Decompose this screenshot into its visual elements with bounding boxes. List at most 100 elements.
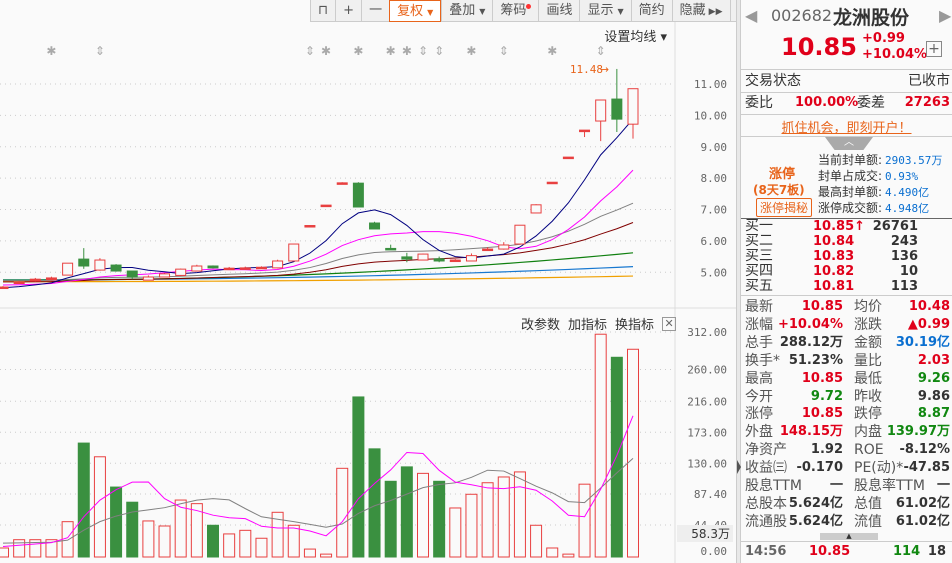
- volume-bar[interactable]: [126, 501, 139, 558]
- volume-bar[interactable]: [449, 507, 462, 558]
- candle-body: [29, 278, 41, 282]
- candle[interactable]: [272, 259, 284, 269]
- volume-bar[interactable]: [481, 482, 494, 558]
- candle[interactable]: [320, 204, 332, 208]
- next-stock-icon[interactable]: ▶: [939, 6, 951, 25]
- volume-bar[interactable]: [207, 524, 219, 558]
- volume-bar[interactable]: [400, 466, 413, 558]
- candle[interactable]: [562, 156, 574, 160]
- candle[interactable]: [514, 224, 526, 245]
- volume-bar[interactable]: [578, 483, 591, 558]
- bid-level-row[interactable]: 买三 10.83 136: [745, 249, 950, 265]
- candle[interactable]: [417, 253, 429, 261]
- candle[interactable]: [175, 268, 187, 277]
- bid-level-row[interactable]: 买五 10.81 113: [745, 279, 950, 295]
- open-account-link[interactable]: 抓住机会，即刻开户！: [741, 117, 952, 136]
- event-star-icon[interactable]: ✱: [547, 44, 557, 58]
- volume-bar[interactable]: [239, 529, 252, 558]
- toolbar-9[interactable]: 隐藏 ▶▶: [671, 0, 730, 22]
- volume-bar[interactable]: [158, 525, 171, 558]
- volume-bar[interactable]: [142, 520, 155, 558]
- event-star-icon[interactable]: ✱: [321, 44, 331, 58]
- switch-indicator-button[interactable]: 换指标: [615, 314, 654, 333]
- event-updown-icon[interactable]: ⇕: [499, 44, 509, 58]
- candle[interactable]: [94, 258, 106, 271]
- edit-params-button[interactable]: 改参数: [521, 314, 560, 333]
- zoom-in-button[interactable]: +: [335, 0, 361, 22]
- volume-bar[interactable]: [320, 553, 333, 558]
- volume-bar[interactable]: [433, 480, 446, 558]
- candle[interactable]: [530, 204, 542, 214]
- candle[interactable]: [546, 181, 558, 185]
- event-updown-icon[interactable]: ⇕: [418, 44, 428, 58]
- prev-stock-icon[interactable]: ◀: [745, 6, 757, 25]
- volume-bar[interactable]: [223, 533, 236, 558]
- volume-bar[interactable]: [546, 547, 559, 558]
- candle[interactable]: [369, 221, 381, 230]
- expand-tab[interactable]: ▲: [820, 533, 878, 540]
- stat-value: 2.03: [917, 352, 950, 368]
- volume-bar[interactable]: [465, 493, 478, 558]
- candle[interactable]: [62, 262, 74, 276]
- volume-bar[interactable]: [384, 480, 397, 558]
- toolbar-4[interactable]: 叠加 ▼: [441, 0, 492, 22]
- event-updown-icon[interactable]: ⇕: [305, 44, 315, 58]
- volume-bar[interactable]: [530, 524, 543, 558]
- volume-bar[interactable]: [93, 456, 106, 558]
- add-watchlist-icon[interactable]: +: [926, 41, 942, 57]
- bid-level-row[interactable]: 买二 10.84 243: [745, 234, 950, 250]
- stat-value: 8.87: [917, 406, 950, 422]
- candle-body: [0, 286, 9, 290]
- zoom-out-button[interactable]: 一: [361, 0, 389, 22]
- limit-up-reveal-button[interactable]: 涨停揭秘: [756, 198, 813, 217]
- volume-bar[interactable]: [352, 396, 365, 558]
- volume-bar[interactable]: [0, 547, 9, 558]
- volume-bar[interactable]: [174, 499, 187, 558]
- volume-bar[interactable]: [77, 442, 90, 558]
- candle[interactable]: [352, 182, 364, 208]
- event-updown-icon[interactable]: ⇕: [596, 44, 606, 58]
- volume-bar[interactable]: [287, 524, 300, 558]
- collapse-tab[interactable]: ︿: [825, 137, 873, 150]
- volume-bar[interactable]: [368, 448, 381, 558]
- kline-chart[interactable]: 11.00 10.00 9.00 8.00 7.00 6.00 5.00 312.00 260.…: [0, 22, 736, 563]
- bid-level-label: 买四: [745, 263, 773, 279]
- event-star-icon[interactable]: ✱: [386, 44, 396, 58]
- close-icon[interactable]: ✕: [662, 316, 677, 331]
- candle-body: [352, 182, 364, 208]
- event-updown-icon[interactable]: ⇕: [95, 44, 105, 58]
- candle[interactable]: [110, 264, 122, 272]
- volume-bar[interactable]: [513, 471, 526, 558]
- volume-bar[interactable]: [303, 548, 316, 558]
- toolbar-6[interactable]: 画线: [538, 0, 579, 22]
- add-indicator-button[interactable]: 加指标: [568, 314, 607, 333]
- event-updown-icon[interactable]: ⇕: [434, 44, 444, 58]
- candle[interactable]: [191, 264, 203, 272]
- volume-bar[interactable]: [562, 553, 575, 558]
- volume-bar[interactable]: [417, 472, 429, 558]
- event-star-icon[interactable]: ✱: [353, 44, 363, 58]
- event-star-icon[interactable]: ✱: [466, 44, 476, 58]
- bid-level-row[interactable]: 买四 10.82 10: [745, 263, 950, 280]
- candle[interactable]: [304, 225, 316, 228]
- candle[interactable]: [159, 272, 171, 278]
- lock-open-button[interactable]: ⊓: [310, 0, 335, 22]
- candle[interactable]: [207, 265, 219, 269]
- bid-level-row[interactable]: 买一 10.85↑ 26761: [745, 219, 950, 235]
- volume-bar[interactable]: [110, 486, 123, 558]
- volume-bar[interactable]: [594, 333, 607, 558]
- volume-bar[interactable]: [610, 356, 623, 558]
- candle-body: [514, 224, 526, 245]
- event-star-icon[interactable]: ✱: [46, 44, 56, 58]
- event-star-icon[interactable]: ✱: [402, 44, 412, 58]
- candle[interactable]: [336, 182, 348, 185]
- toolbar-8[interactable]: 简约: [630, 0, 672, 22]
- volume-bar[interactable]: [336, 467, 349, 558]
- toolbar-3[interactable]: 复权 ▼: [389, 0, 442, 22]
- ma-settings-button[interactable]: 设置均线 ▾: [604, 26, 667, 45]
- toolbar-5[interactable]: 筹码: [492, 0, 538, 22]
- candle[interactable]: [288, 243, 300, 262]
- volume-bar[interactable]: [255, 537, 268, 558]
- toolbar-7[interactable]: 显示 ▼: [579, 0, 630, 22]
- volume-bar[interactable]: [627, 348, 639, 558]
